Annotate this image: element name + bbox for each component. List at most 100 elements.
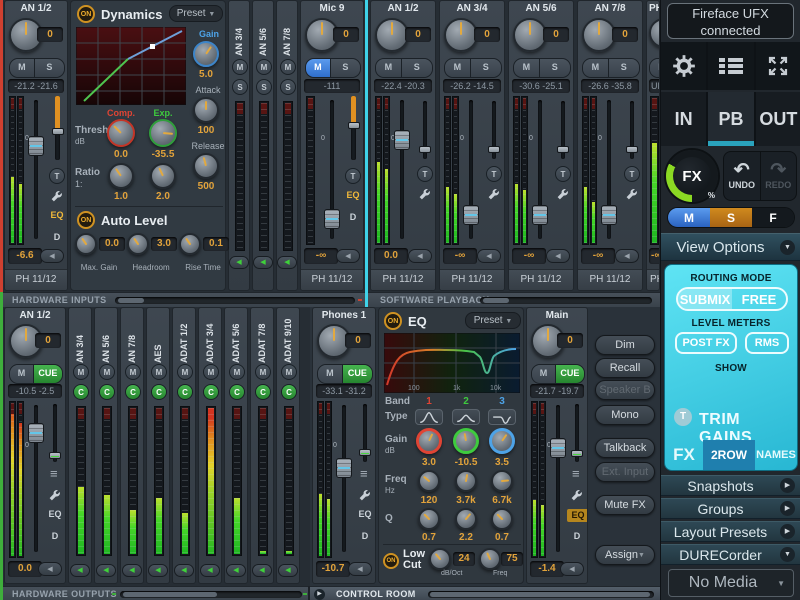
cue-button[interactable]: C — [255, 384, 271, 400]
routing-target[interactable]: PH 11/12 — [440, 269, 504, 290]
pan-knob[interactable] — [444, 18, 478, 52]
volume-fader-handle[interactable] — [28, 136, 44, 156]
section-layout-presets[interactable]: Layout Presets▶ — [661, 521, 800, 542]
channel-strip-aes[interactable]: AESMC◀ — [146, 307, 170, 584]
trim-button[interactable]: T — [345, 168, 361, 184]
row-split-divider[interactable] — [365, 0, 368, 307]
control-room-scrollbar[interactable] — [428, 591, 654, 598]
mute-button[interactable]: M — [10, 365, 33, 383]
pan-knob[interactable] — [649, 18, 660, 48]
channel-strip-adat-7-8[interactable]: ADAT 7/8MC◀ — [250, 307, 274, 584]
cue-button[interactable]: C — [281, 384, 297, 400]
dynamics-tab[interactable]: D — [45, 531, 65, 541]
volume-fader-track[interactable] — [34, 405, 38, 552]
channel-strip-an-3-4[interactable]: AN 3/4MS◀ — [228, 0, 250, 291]
collapse-strip-button[interactable]: ◀ — [477, 249, 501, 263]
comp-thresh-knob[interactable] — [107, 119, 135, 147]
mute-button[interactable]: M — [281, 364, 297, 380]
trim-button[interactable]: T — [555, 166, 571, 182]
submix-button[interactable]: SUBMIX — [678, 289, 732, 309]
two-row-tab[interactable]: 2ROW — [703, 440, 755, 470]
band-type-button[interactable] — [488, 409, 516, 425]
expand-strip-button[interactable]: ◀ — [96, 564, 116, 577]
expand-strip-button[interactable]: ◀ — [278, 564, 298, 577]
exp-ratio-knob[interactable] — [150, 163, 176, 189]
expand-strip-button[interactable]: ◀ — [200, 564, 220, 577]
section-snapshots[interactable]: Snapshots▶ — [661, 475, 800, 496]
tab-in[interactable]: IN — [661, 92, 706, 146]
channel-strip-adat-9-10[interactable]: ADAT 9/10MC◀ — [276, 307, 300, 584]
dynamics-tab[interactable]: D — [355, 531, 375, 541]
gain-trim-slider[interactable] — [351, 96, 356, 160]
dim-button[interactable]: Dim — [595, 335, 655, 355]
eq-tab[interactable]: EQ — [45, 509, 65, 519]
expand-strip-button[interactable]: ◀ — [253, 256, 273, 269]
expand-strip-button[interactable]: ◀ — [70, 564, 90, 577]
mute-button[interactable]: M — [73, 364, 89, 380]
tab-pb[interactable]: PB — [708, 92, 753, 146]
fx-view-tab[interactable]: FX — [665, 445, 703, 465]
expand-strip-button[interactable]: ◀ — [277, 256, 297, 269]
mute-button[interactable]: M — [10, 59, 34, 77]
auto-level-knob-max-gain[interactable] — [75, 233, 97, 255]
cue-button[interactable]: C — [151, 384, 167, 400]
collapse-strip-button[interactable]: ◀ — [336, 249, 360, 263]
hardware-inputs-scrollbar[interactable] — [115, 297, 355, 304]
expand-strip-button[interactable]: ◀ — [252, 564, 272, 577]
mute-button[interactable]: M — [306, 59, 330, 77]
routing-target[interactable]: PH — [647, 269, 659, 290]
mixer-view-button[interactable] — [708, 42, 753, 90]
mute-button[interactable]: M — [532, 365, 555, 383]
mute-fx-button[interactable]: Mute FX — [595, 495, 655, 515]
channel-strip-an-1-2[interactable]: AN 1/20MS-22.4 -20.30T0.0◀PH 11/12 — [370, 0, 436, 291]
speaker-b-button[interactable]: Speaker B — [595, 380, 655, 400]
cue-button[interactable]: C — [99, 384, 115, 400]
cue-button[interactable]: C — [203, 384, 219, 400]
exp-thresh-knob[interactable] — [149, 119, 177, 147]
channel-strip-an-5-6[interactable]: AN 5/6MC◀ — [94, 307, 118, 584]
mute-button[interactable]: M — [255, 364, 271, 380]
volume-fader-handle[interactable] — [550, 438, 566, 458]
routing-target[interactable]: PH 11/12 — [5, 269, 67, 290]
names-tab[interactable]: NAMES — [755, 449, 797, 461]
wrench-icon[interactable] — [625, 188, 639, 202]
settings-button[interactable] — [661, 42, 706, 90]
expand-strip-button[interactable]: ◀ — [122, 564, 142, 577]
cue-button[interactable]: C — [125, 384, 141, 400]
volume-fader-handle[interactable] — [324, 209, 340, 229]
mute-button[interactable]: M — [99, 364, 115, 380]
post-fx-button[interactable]: POST FX — [675, 332, 737, 354]
channel-strip-an-7-8[interactable]: AN 7/80MS-26.6 -35.80T-∞◀PH 11/12 — [577, 0, 643, 291]
eq-tab[interactable]: EQ — [355, 509, 375, 519]
dynamics-preset-dropdown[interactable]: Preset ▼ — [169, 5, 223, 22]
band-q-knob[interactable] — [491, 508, 513, 530]
volume-fader-track[interactable] — [556, 405, 560, 552]
mute-button[interactable]: M — [583, 59, 608, 77]
wrench-icon[interactable] — [556, 188, 570, 202]
comp-ratio-knob[interactable] — [108, 163, 134, 189]
free-button[interactable]: FREE — [732, 289, 786, 309]
expand-strip-button[interactable]: ◀ — [148, 564, 168, 577]
mono-button[interactable]: Mono — [595, 405, 655, 425]
gain-trim-slider[interactable] — [55, 96, 60, 160]
auto-level-knob-headroom[interactable] — [127, 233, 149, 255]
dyn-release-knob[interactable] — [193, 153, 219, 179]
expand-strip-button[interactable]: ◀ — [226, 564, 246, 577]
band-freq-knob[interactable] — [455, 470, 477, 492]
volume-fader-track[interactable] — [607, 100, 611, 239]
volume-fader-handle[interactable] — [28, 423, 44, 443]
mute-button[interactable]: M — [232, 59, 248, 75]
mute-button[interactable]: M — [650, 59, 660, 77]
options-icon[interactable]: ≡ — [360, 469, 368, 479]
section-durecorder[interactable]: DURECorder▼ — [661, 544, 800, 565]
volume-fader-handle[interactable] — [532, 205, 548, 225]
volume-fader-handle[interactable] — [601, 205, 617, 225]
mute-button[interactable]: M — [514, 59, 539, 77]
collapse-strip-button[interactable]: ◀ — [560, 562, 584, 576]
expand-strip-button[interactable]: ◀ — [229, 256, 249, 269]
band-type-button[interactable] — [452, 409, 480, 425]
solo-button[interactable]: S — [539, 59, 570, 77]
gain-trim-slider[interactable] — [575, 404, 579, 462]
gain-trim-slider[interactable] — [561, 101, 565, 159]
trim-button[interactable]: T — [624, 166, 640, 182]
